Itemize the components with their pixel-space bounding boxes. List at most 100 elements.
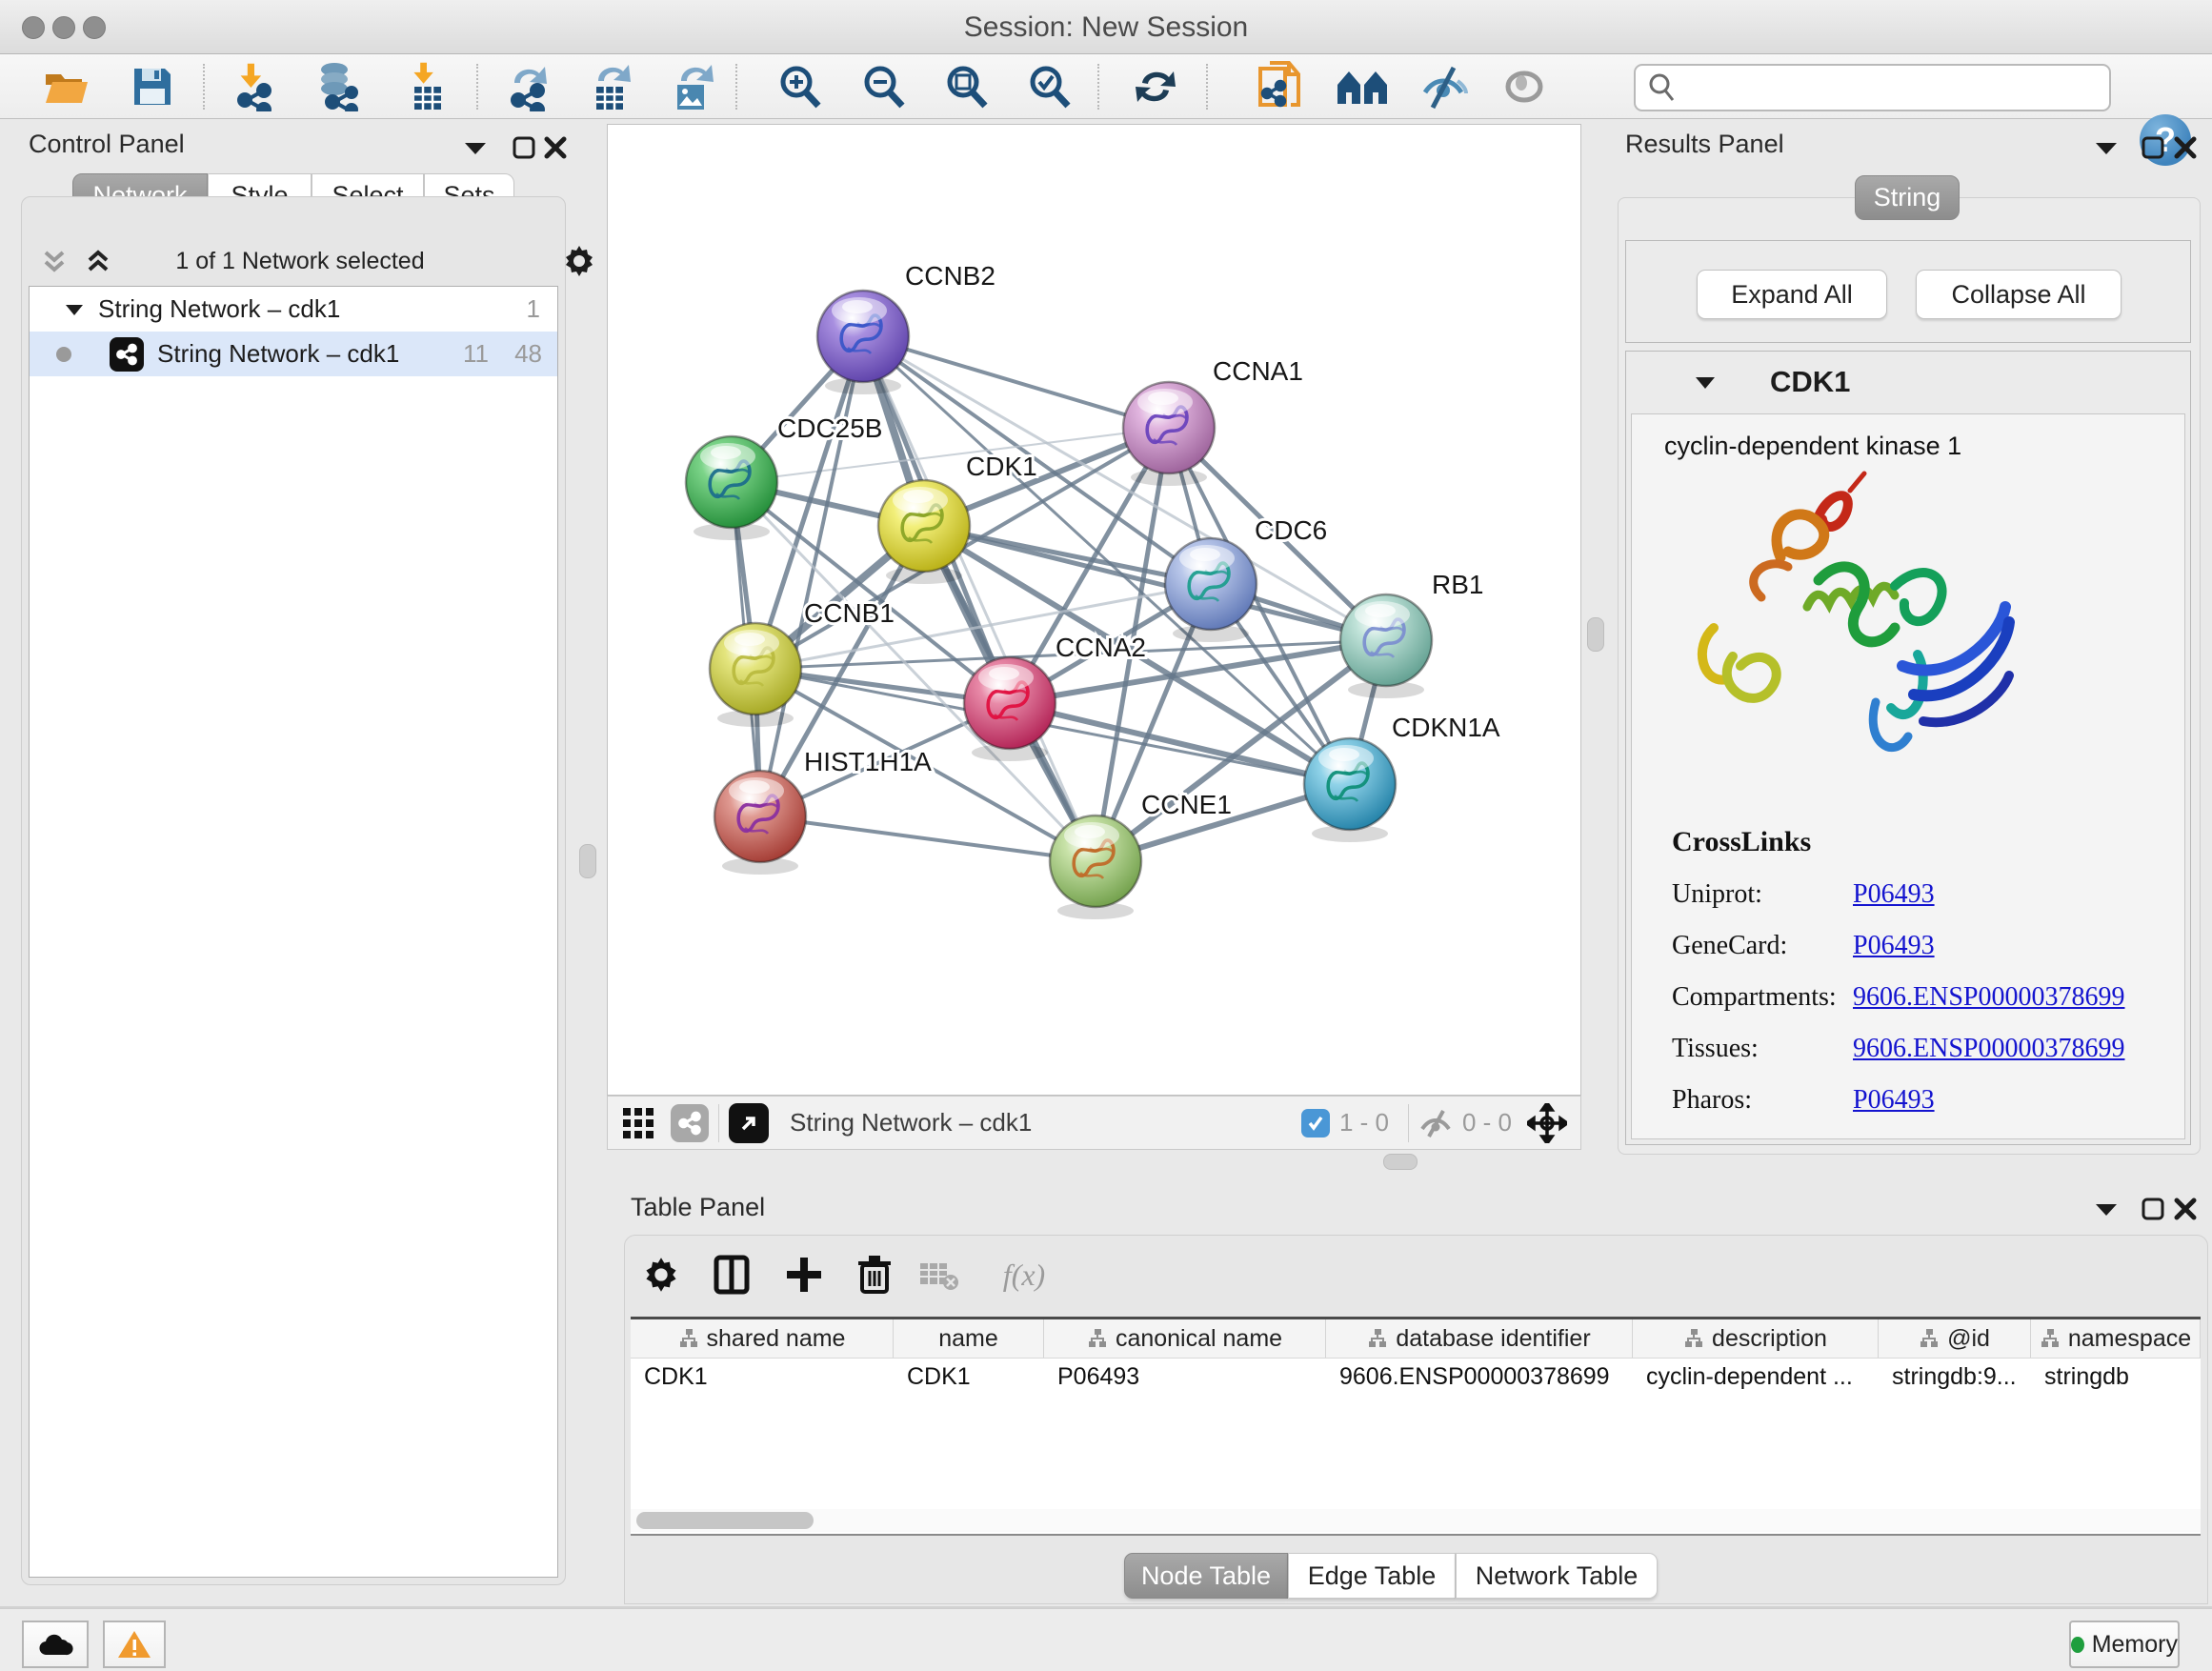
column-header-namespace[interactable]: namespace [2031,1319,2201,1358]
fx-icon: f(x) [1003,1258,1045,1293]
network-edge-CCNA1-CCNB2[interactable] [863,336,1169,428]
right-splitter-handle[interactable] [1587,617,1604,652]
table-options-button[interactable] [634,1250,688,1299]
control-panel-menu-icon[interactable] [463,139,488,156]
move-crosshair-icon[interactable] [1527,1103,1567,1143]
results-panel-title: Results Panel [1625,130,1784,159]
hidden-eye-slash-icon[interactable] [1418,1108,1453,1138]
control-panel-float-icon[interactable] [512,135,536,160]
network-edge-CCNE1-CCNB2[interactable] [863,336,1096,861]
horizontal-splitter-handle[interactable] [1383,1154,1418,1170]
node-description: cyclin-dependent kinase 1 [1664,432,1961,461]
scrollbar-thumb[interactable] [636,1512,814,1529]
table-cell[interactable]: cyclin-dependent ... [1633,1359,1879,1395]
zoom-selected-button[interactable] [1018,62,1081,111]
column-header-canonical-name[interactable]: canonical name [1044,1319,1326,1358]
results-panel-menu-icon[interactable] [2094,139,2119,156]
section-caret-icon[interactable] [1694,374,1717,391]
memory-label: Memory [2092,1631,2178,1659]
column-header-database-identifier[interactable]: database identifier [1326,1319,1633,1358]
save-session-button[interactable] [121,62,184,111]
network-node-HIST1H1A[interactable]: HIST1H1A [714,747,932,875]
show-columns-button[interactable] [705,1250,758,1299]
crosslink-link[interactable]: P06493 [1853,879,1935,910]
export-table-button[interactable] [580,62,643,111]
network-node-CDKN1A[interactable]: CDKN1A [1304,713,1500,842]
export-network-button[interactable] [498,62,561,111]
results-panel-float-icon[interactable] [2141,135,2165,160]
memory-button[interactable]: Memory [2069,1621,2180,1668]
node-label-CDC6: CDC6 [1255,515,1327,545]
column-header-description[interactable]: description [1633,1319,1879,1358]
birds-eye-view-icon[interactable] [729,1103,769,1143]
zoom-in-button[interactable] [769,62,832,111]
network-node-CCNA1[interactable]: CCNA1 [1123,356,1303,486]
network-graph[interactable]: CCNB2CCNA1CDC25BCDK1CDC6RB1CCNB1CCNA2CDK… [608,125,1580,1095]
table-cell[interactable]: stringdb [2031,1359,2201,1395]
zoom-out-button[interactable] [853,62,915,111]
warnings-button[interactable] [103,1621,166,1668]
network-row[interactable]: String Network – cdk1 11 48 [30,332,557,376]
cloud-status-button[interactable] [22,1621,89,1668]
table-cell[interactable]: CDK1 [894,1359,1044,1395]
export-image-button[interactable] [661,62,724,111]
table-panel-close-icon[interactable] [2173,1197,2198,1221]
network-edge-CCNA2-CDKN1A[interactable] [1010,703,1350,784]
results-panel-close-icon[interactable] [2173,135,2198,160]
collapse-all-button[interactable]: Collapse All [1916,270,2122,319]
table-cell[interactable]: 9606.ENSP00000378699 [1326,1359,1633,1395]
network-view-canvas[interactable]: CCNB2CCNA1CDC25BCDK1CDC6RB1CCNB1CCNA2CDK… [607,124,1581,1096]
column-header-label: database identifier [1396,1325,1590,1353]
column-header--id[interactable]: @id [1879,1319,2031,1358]
network-node-CDC6[interactable]: CDC6 [1165,515,1327,642]
network-options-gear-icon[interactable] [562,244,596,278]
table-panel-float-icon[interactable] [2141,1197,2165,1221]
crosslink-link[interactable]: P06493 [1853,1085,1935,1116]
network-node-CDC25B[interactable]: CDC25B [686,413,882,540]
network-edge-CCNE1-HIST1H1A[interactable] [760,816,1096,861]
tab-network-table[interactable]: Network Table [1456,1553,1658,1599]
delete-column-button[interactable] [848,1250,901,1299]
add-column-button[interactable] [777,1250,831,1299]
crosslink-link[interactable]: 9606.ENSP00000378699 [1853,1034,2124,1064]
tab-string[interactable]: String [1855,175,1960,220]
crosslink-link[interactable]: 9606.ENSP00000378699 [1853,982,2124,1013]
zoom-fit-button[interactable] [935,62,998,111]
import-table-file-button[interactable] [395,62,458,111]
open-session-button[interactable] [35,62,98,111]
expand-all-button[interactable]: Expand All [1697,270,1887,319]
column-header-shared-name[interactable]: shared name [631,1319,894,1358]
expand-all-networks-icon[interactable] [84,247,112,275]
grid-view-icon[interactable] [621,1106,655,1140]
table-cell[interactable]: CDK1 [631,1359,894,1395]
table-horizontal-scrollbar[interactable] [631,1509,2201,1532]
tab-node-table[interactable]: Node Table [1124,1553,1288,1599]
table-cell[interactable]: P06493 [1044,1359,1326,1395]
import-network-file-button[interactable] [224,62,287,111]
collapse-all-networks-icon[interactable] [40,247,69,275]
table-row[interactable]: CDK1CDK1P064939606.ENSP00000378699cyclin… [631,1359,2201,1395]
selected-nodes-checkbox-icon[interactable] [1301,1109,1330,1137]
left-splitter-handle[interactable] [579,844,596,878]
tab-edge-table[interactable]: Edge Table [1288,1553,1456,1599]
network-share-view-icon[interactable] [671,1104,709,1142]
first-neighbors-button[interactable] [1331,62,1394,111]
refresh-view-button[interactable] [1124,62,1187,111]
control-panel-close-icon[interactable] [543,135,568,160]
network-node-CCNE1[interactable]: CCNE1 [1050,790,1232,919]
table-cell[interactable]: stringdb:9... [1879,1359,2031,1395]
hide-graphics-details-button[interactable] [1413,62,1476,111]
column-type-icon [1087,1328,1108,1349]
results-node-header[interactable]: CDK1 [1631,354,2185,410]
tree-expander-icon[interactable] [64,302,85,317]
network-collection-row[interactable]: String Network – cdk1 1 [30,287,557,332]
clone-network-button[interactable] [1248,62,1311,111]
column-header-name[interactable]: name [894,1319,1044,1358]
network-view-title: String Network – cdk1 [790,1108,1301,1137]
import-network-database-button[interactable] [307,62,370,111]
search-input[interactable] [1683,69,2109,107]
table-panel-menu-icon[interactable] [2094,1200,2119,1218]
network-node-RB1[interactable]: RB1 [1340,570,1483,698]
crosslink-link[interactable]: P06493 [1853,931,1935,961]
show-graphics-details-button[interactable] [1493,62,1556,111]
